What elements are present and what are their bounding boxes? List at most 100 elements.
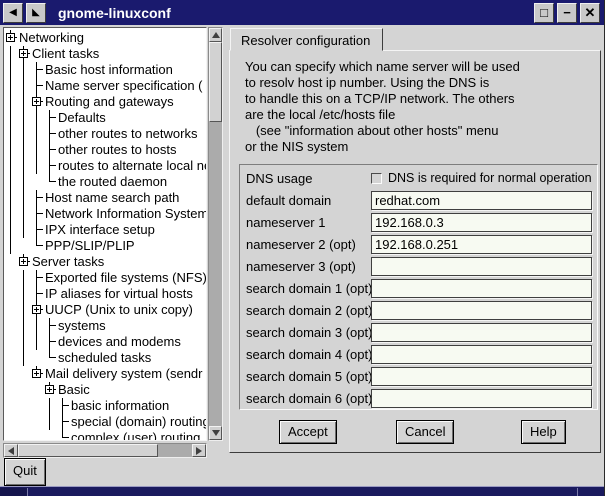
tree-item-label[interactable]: routes to alternate local ne (56, 158, 207, 174)
tree-item-label[interactable]: UUCP (Unix to unix copy) (43, 302, 193, 318)
help-button[interactable]: Help (521, 420, 566, 444)
scroll-left-icon[interactable] (4, 444, 18, 457)
tree-item[interactable]: routes to alternate local ne (4, 158, 206, 174)
tree-item[interactable]: complex (user) routing (4, 430, 206, 441)
tree-item-label[interactable]: Network Information System (43, 206, 207, 222)
tree-connector (56, 398, 69, 414)
tree-connector (17, 46, 30, 62)
maximize-button[interactable]: □ (534, 3, 554, 23)
tree-item-label[interactable]: basic information (69, 398, 169, 414)
tree-item-label[interactable]: Server tasks (30, 254, 104, 270)
tree-item-label[interactable]: Host name search path (43, 190, 179, 206)
tree-item-label[interactable]: Basic host information (43, 62, 173, 78)
search-domain-5-opt-field[interactable] (371, 367, 592, 386)
tree-item[interactable]: devices and modems (4, 334, 206, 350)
tree-item[interactable]: special (domain) routing (4, 414, 206, 430)
dns-required-checkbox[interactable] (371, 173, 382, 184)
panel-divider (577, 488, 578, 496)
tree-item[interactable]: IP aliases for virtual hosts (4, 286, 206, 302)
tree-item-label[interactable]: Client tasks (30, 46, 99, 62)
tree-guide-line (17, 318, 30, 334)
window-menu-icon[interactable]: ◣ (26, 3, 46, 23)
intro-line: to resolv host ip number. Using the DNS … (245, 75, 520, 91)
accept-button[interactable]: Accept (279, 420, 337, 444)
nameserver-2-opt-field[interactable] (371, 235, 592, 254)
tree-guide-line (17, 222, 30, 238)
tree-item-label[interactable]: complex (user) routing (69, 430, 200, 441)
tree-item[interactable]: PPP/SLIP/PLIP (4, 238, 206, 254)
tree-item-label[interactable]: IPX interface setup (43, 222, 155, 238)
scroll-up-icon[interactable] (209, 28, 222, 42)
tree-connector (30, 270, 43, 286)
tree-item[interactable]: Networking (4, 30, 206, 46)
expander-plus-icon[interactable] (32, 369, 41, 378)
tree-guide-line (30, 110, 43, 126)
horizontal-scroll-thumb[interactable] (18, 444, 158, 457)
tree-item[interactable]: Name server specification ( (4, 78, 206, 94)
tree-item-label[interactable]: Name server specification ( (43, 78, 203, 94)
tree-item-label[interactable]: PPP/SLIP/PLIP (43, 238, 135, 254)
search-domain-2-opt-field[interactable] (371, 301, 592, 320)
tree-item[interactable]: Client tasks (4, 46, 206, 62)
default-domain-field[interactable] (371, 191, 592, 210)
tree-item-label[interactable]: IP aliases for virtual hosts (43, 286, 193, 302)
cancel-button[interactable]: Cancel (396, 420, 454, 444)
tree-item-label[interactable]: Exported file systems (NFS) (43, 270, 207, 286)
expander-plus-icon[interactable] (19, 49, 28, 58)
tree-item[interactable]: systems (4, 318, 206, 334)
tab-resolver-configuration[interactable]: Resolver configuration (230, 28, 383, 51)
tree-item[interactable]: IPX interface setup (4, 222, 206, 238)
search-domain-3-opt-field[interactable] (371, 323, 592, 342)
tree-item[interactable]: Exported file systems (NFS) (4, 270, 206, 286)
tree-item-label[interactable]: special (domain) routing (69, 414, 207, 430)
minimize-button[interactable]: − (557, 3, 577, 23)
tree-item[interactable]: Routing and gateways (4, 94, 206, 110)
expander-plus-icon[interactable] (6, 33, 15, 42)
search-domain-4-opt-field[interactable] (371, 345, 592, 364)
tree-connector (30, 286, 43, 302)
tree-item-label[interactable]: systems (56, 318, 106, 334)
search-domain-6-opt-field[interactable] (371, 389, 592, 408)
tree-item[interactable]: UUCP (Unix to unix copy) (4, 302, 206, 318)
close-button[interactable]: ✕ (580, 3, 600, 23)
expander-plus-icon[interactable] (19, 257, 28, 266)
tree-horizontal-scrollbar[interactable] (3, 443, 207, 458)
expander-plus-icon[interactable] (32, 97, 41, 106)
window-back-icon[interactable]: ◀ (3, 3, 23, 23)
tree-guide-line (17, 174, 30, 190)
tree-item-label[interactable]: scheduled tasks (56, 350, 151, 366)
tree-item-label[interactable]: other routes to hosts (56, 142, 177, 158)
tree-item[interactable]: Mail delivery system (sendr (4, 366, 206, 382)
scroll-down-icon[interactable] (209, 426, 222, 440)
tree-item-label[interactable]: Defaults (56, 110, 106, 126)
tree-item[interactable]: Server tasks (4, 254, 206, 270)
tree-item-label[interactable]: Mail delivery system (sendr (43, 366, 203, 382)
tree-item[interactable]: Basic host information (4, 62, 206, 78)
expander-plus-icon[interactable] (32, 305, 41, 314)
tree-item-label[interactable]: the routed daemon (56, 174, 167, 190)
expander-plus-icon[interactable] (45, 385, 54, 394)
tree-item[interactable]: scheduled tasks (4, 350, 206, 366)
tree-item-label[interactable]: Basic (56, 382, 90, 398)
tree-item-label[interactable]: devices and modems (56, 334, 181, 350)
tree-item-label[interactable]: other routes to networks (56, 126, 197, 142)
tree-guide-line (17, 398, 30, 414)
tree-item[interactable]: Network Information System (4, 206, 206, 222)
quit-button[interactable]: Quit (4, 458, 46, 486)
vertical-scroll-thumb[interactable] (209, 42, 222, 122)
tree-item[interactable]: other routes to hosts (4, 142, 206, 158)
tree-item[interactable]: Defaults (4, 110, 206, 126)
tree-item-label[interactable]: Networking (17, 30, 84, 46)
tree-item-label[interactable]: Routing and gateways (43, 94, 174, 110)
tree-item[interactable]: Basic (4, 382, 206, 398)
checkbox-label[interactable]: DNS is required for normal operation (388, 171, 592, 185)
tree-item[interactable]: the routed daemon (4, 174, 206, 190)
tree-vertical-scrollbar[interactable] (208, 27, 223, 441)
tree-item[interactable]: other routes to networks (4, 126, 206, 142)
search-domain-1-opt-field[interactable] (371, 279, 592, 298)
tree-item[interactable]: basic information (4, 398, 206, 414)
tree-item[interactable]: Host name search path (4, 190, 206, 206)
nameserver-1-field[interactable] (371, 213, 592, 232)
nameserver-3-opt-field[interactable] (371, 257, 592, 276)
scroll-right-icon[interactable] (192, 444, 206, 457)
